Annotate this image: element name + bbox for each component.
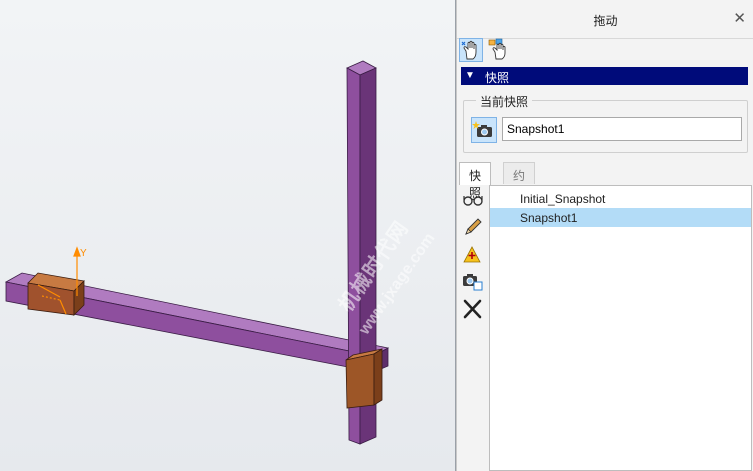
snapshots-section-header[interactable]: ▼ 快照 bbox=[461, 67, 748, 85]
close-icon[interactable]: ✕ bbox=[733, 9, 746, 27]
current-snapshot-group: 当前快照 bbox=[463, 93, 748, 153]
tab-constraints[interactable]: 约束 bbox=[503, 162, 536, 200]
y-axis-label: Y bbox=[80, 248, 87, 259]
slider-block[interactable] bbox=[27, 272, 85, 316]
snapshot-name-input[interactable] bbox=[502, 117, 742, 141]
drag-panel: 拖动 ✕ ▼ 快照 当前快照 Snapshot1 快照 约 Initial_Sn… bbox=[456, 0, 753, 471]
list-item[interactable]: Initial_Snapshot bbox=[490, 189, 751, 208]
tab-snapshots[interactable]: 快照 bbox=[459, 162, 492, 200]
drag-hand-icon[interactable] bbox=[459, 38, 483, 62]
warning-add-icon[interactable] bbox=[461, 244, 485, 266]
drag-hand-constraint-icon[interactable] bbox=[487, 38, 511, 62]
list-item-selected[interactable]: Snapshot1 bbox=[490, 208, 751, 227]
panel-title: 拖动 bbox=[593, 14, 618, 28]
collapse-triangle-icon[interactable]: ▼ bbox=[465, 70, 475, 81]
3d-viewport[interactable]: Y 机械时代网 www.jxage.com bbox=[0, 0, 456, 471]
current-snapshot-label: 当前快照 bbox=[476, 93, 533, 110]
camera-copy-icon[interactable] bbox=[461, 270, 485, 292]
delete-x-icon[interactable] bbox=[461, 298, 485, 320]
section-label: 快照 bbox=[485, 71, 510, 85]
post-block[interactable] bbox=[345, 348, 383, 409]
snapshot-list[interactable]: Initial_Snapshot Snapshot1 bbox=[489, 185, 752, 471]
camera-snapshot-icon[interactable] bbox=[471, 117, 497, 143]
drag-toolbar bbox=[457, 38, 753, 64]
panel-titlebar: 拖动 ✕ bbox=[457, 0, 753, 39]
pencil-icon[interactable] bbox=[461, 216, 485, 238]
